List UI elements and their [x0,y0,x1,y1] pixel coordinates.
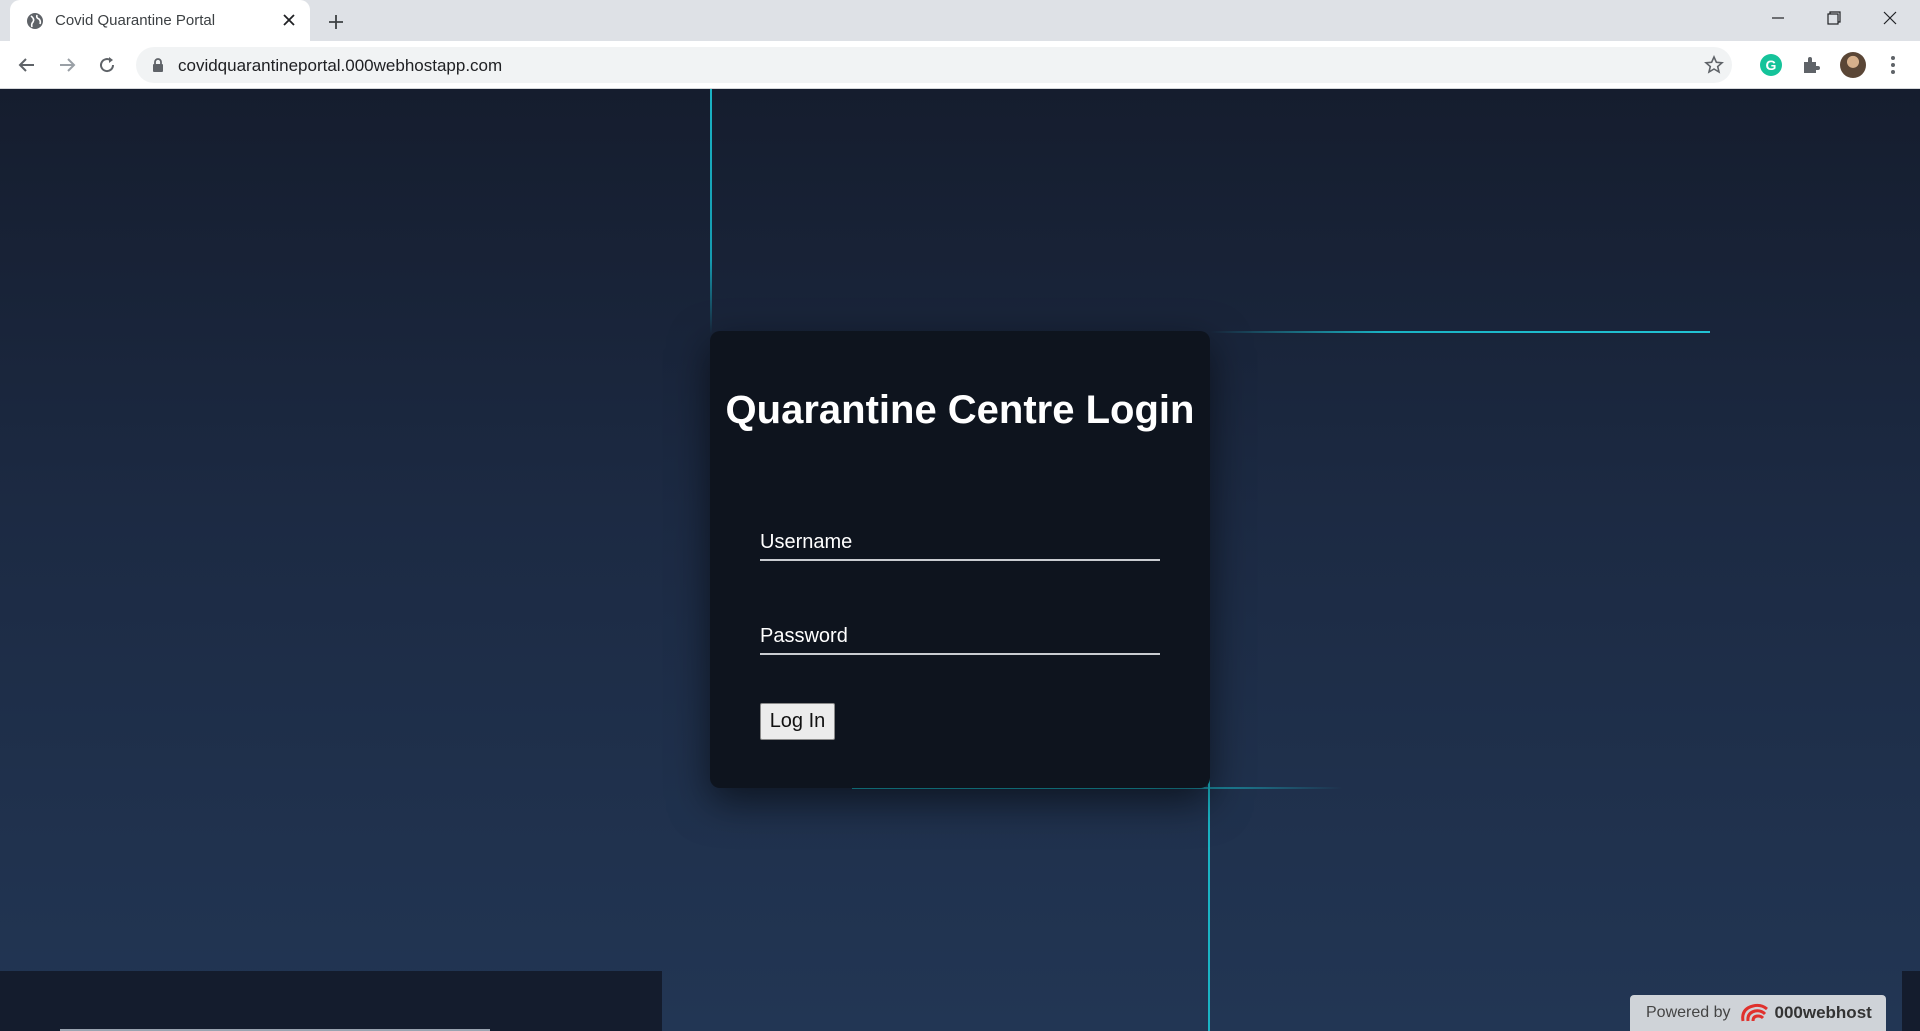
back-arrow-icon[interactable] [12,50,42,80]
glow-line-top [710,89,712,334]
footer-band-right [1902,971,1920,1031]
password-label: Password [760,625,848,647]
footer-band-left [0,971,662,1031]
browser-tab[interactable]: Covid Quarantine Portal [10,0,310,41]
url-text[interactable]: covidquarantineportal.000webhostapp.com [178,56,502,76]
extensions-puzzle-icon[interactable] [1800,54,1822,76]
powered-by-brand: 000webhost [1774,1003,1872,1022]
globe-icon [26,12,44,30]
tab-title: Covid Quarantine Portal [55,12,216,29]
login-card: Quarantine Centre Login Username Passwor… [710,331,1210,788]
powered-by-badge[interactable]: Powered by 000webhost [1630,995,1886,1031]
login-button[interactable]: Log In [760,703,835,740]
tab-strip: Covid Quarantine Portal [0,0,1920,41]
forward-arrow-icon[interactable] [52,50,82,80]
address-bar[interactable]: covidquarantineportal.000webhostapp.com [136,47,1732,83]
webhost-logo-icon [1739,1001,1771,1025]
new-tab-icon[interactable] [324,10,348,34]
bookmark-star-icon[interactable] [1704,55,1724,75]
grammarly-extension-icon[interactable]: G [1760,54,1782,76]
close-tab-icon[interactable] [280,11,298,29]
powered-by-text: Powered by [1646,1004,1731,1021]
profile-avatar[interactable] [1840,52,1866,78]
more-menu-icon[interactable] [1883,54,1903,76]
restore-icon[interactable] [1806,0,1862,36]
login-title: Quarantine Centre Login [725,388,1195,432]
lock-icon[interactable] [150,57,166,73]
browser-toolbar: covidquarantineportal.000webhostapp.com … [0,41,1920,89]
minimize-icon[interactable] [1750,0,1806,36]
page-background: Quarantine Centre Login Username Passwor… [0,89,1920,1031]
close-window-icon[interactable] [1862,0,1918,36]
reload-icon[interactable] [92,50,122,80]
glow-line-right [1210,331,1710,333]
username-label: Username [760,531,853,553]
